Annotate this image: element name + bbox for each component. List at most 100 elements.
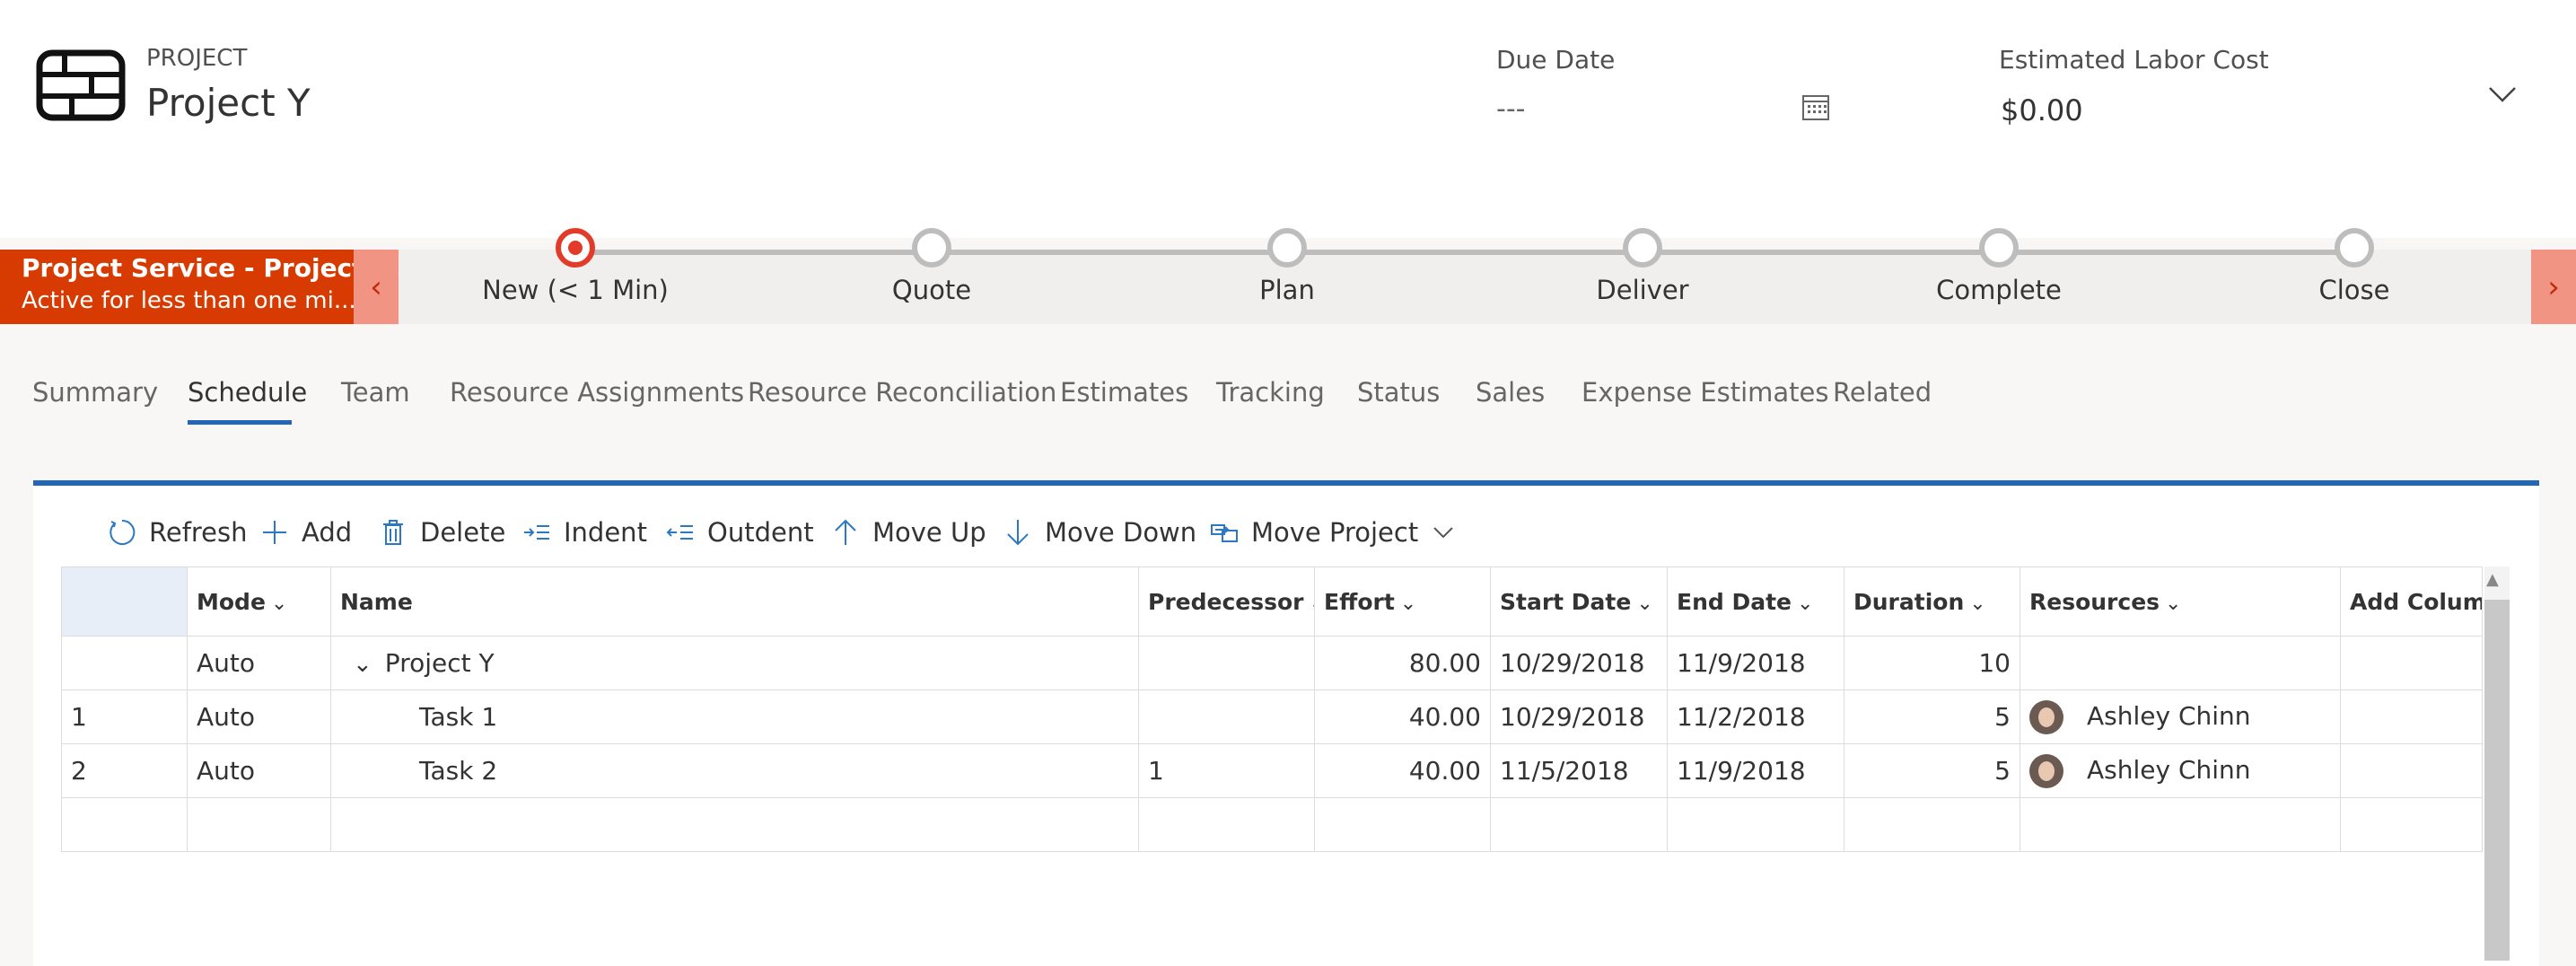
predecessor-cell[interactable] bbox=[1138, 636, 1315, 690]
stage-active-icon bbox=[556, 228, 595, 268]
stage-new[interactable]: New (< 1 Min) bbox=[459, 228, 692, 305]
calendar-icon[interactable] bbox=[1801, 92, 1831, 122]
end-date-cell[interactable]: 11/9/2018 bbox=[1667, 743, 1844, 798]
tab-schedule[interactable]: Schedule bbox=[188, 377, 307, 408]
indent-button[interactable]: Indent bbox=[522, 514, 647, 550]
process-stage-card[interactable]: Project Service - Project ... Active for… bbox=[0, 250, 401, 324]
entity-type-label: PROJECT bbox=[146, 45, 248, 72]
table-row[interactable]: Auto ⌄ Project Y 80.00 10/29/2018 11/9/20… bbox=[61, 636, 2483, 690]
stage-close[interactable]: Close bbox=[2238, 228, 2471, 305]
chevron-down-icon: ⌄ bbox=[1310, 593, 1314, 615]
column-header-duration[interactable]: Duration ⌄ bbox=[1844, 566, 2020, 637]
delete-button[interactable]: Delete bbox=[379, 514, 505, 550]
column-header-mode[interactable]: Mode ⌄ bbox=[187, 566, 331, 637]
empty-cell bbox=[330, 797, 1139, 852]
mode-cell[interactable]: Auto bbox=[187, 743, 331, 798]
stage-circle-icon bbox=[912, 228, 951, 268]
tab-estimates[interactable]: Estimates bbox=[1060, 377, 1188, 408]
start-date-cell[interactable]: 10/29/2018 bbox=[1490, 689, 1668, 744]
add-column-cell bbox=[2340, 689, 2483, 744]
move-down-button[interactable]: Move Down bbox=[1003, 514, 1196, 550]
stage-plan[interactable]: Plan bbox=[1170, 228, 1404, 305]
record-header: PROJECT Project Y Due Date --- Estimated… bbox=[0, 0, 2576, 238]
collapse-chevron-icon[interactable]: ⌄ bbox=[353, 651, 372, 678]
start-date-cell[interactable]: 10/29/2018 bbox=[1490, 636, 1668, 690]
stage-complete[interactable]: Complete bbox=[1882, 228, 2116, 305]
column-header-add-column[interactable]: Add Column bbox=[2340, 566, 2483, 637]
tab-team[interactable]: Team bbox=[341, 377, 410, 408]
start-date-cell[interactable]: 11/5/2018 bbox=[1490, 743, 1668, 798]
effort-cell[interactable]: 40.00 bbox=[1314, 689, 1491, 744]
stage-circle-icon bbox=[1267, 228, 1307, 268]
grid-header-row: Mode⌄ Name Predecessor⌄ Effort⌄ Start Da… bbox=[61, 566, 2483, 637]
resources-cell[interactable]: Ashley Chinn bbox=[2020, 743, 2341, 798]
outdent-label: Outdent bbox=[707, 517, 814, 548]
empty-row[interactable] bbox=[61, 797, 2483, 852]
stage-label: Deliver bbox=[1596, 275, 1689, 305]
column-header-effort[interactable]: Effort ⌄ bbox=[1314, 566, 1491, 637]
table-row[interactable]: 2 Auto Task 2 1 40.00 11/5/2018 11/9/201… bbox=[61, 743, 2483, 798]
duration-cell[interactable]: 5 bbox=[1844, 689, 2020, 744]
business-process-flow: Project Service - Project ... Active for… bbox=[0, 228, 2576, 324]
scroll-up-icon[interactable]: ▲ bbox=[2486, 570, 2499, 589]
due-date-field[interactable]: --- bbox=[1496, 93, 1525, 125]
effort-cell[interactable]: 80.00 bbox=[1314, 636, 1491, 690]
column-header-name[interactable]: Name bbox=[330, 566, 1139, 637]
duration-cell[interactable]: 5 bbox=[1844, 743, 2020, 798]
effort-cell[interactable]: 40.00 bbox=[1314, 743, 1491, 798]
predecessor-cell[interactable]: 1 bbox=[1138, 743, 1315, 798]
chevron-down-icon: ⌄ bbox=[1636, 592, 1653, 615]
stage-label: Close bbox=[2318, 275, 2390, 305]
tab-resource-reconciliation[interactable]: Resource Reconciliation bbox=[748, 377, 1056, 408]
stage-quote[interactable]: Quote bbox=[815, 228, 1048, 305]
end-date-cell[interactable]: 11/2/2018 bbox=[1667, 689, 1844, 744]
tab-summary[interactable]: Summary bbox=[32, 377, 158, 408]
duration-cell[interactable]: 10 bbox=[1844, 636, 2020, 690]
tab-tracking[interactable]: Tracking bbox=[1216, 377, 1325, 408]
mode-cell[interactable]: Auto bbox=[187, 689, 331, 744]
chevron-down-icon: ⌄ bbox=[1399, 592, 1417, 615]
tab-sales[interactable]: Sales bbox=[1476, 377, 1545, 408]
indent-icon bbox=[524, 525, 549, 540]
table-row[interactable]: 1 Auto Task 1 40.00 10/29/2018 11/2/2018… bbox=[61, 689, 2483, 744]
move-project-button[interactable]: Move Project bbox=[1210, 514, 1454, 550]
select-all-header[interactable] bbox=[61, 566, 188, 637]
empty-cell bbox=[187, 797, 331, 852]
tab-expense-estimates[interactable]: Expense Estimates bbox=[1582, 377, 1829, 408]
chevron-down-icon: ⌄ bbox=[270, 592, 288, 615]
tab-related[interactable]: Related bbox=[1833, 377, 1932, 408]
column-header-predecessor[interactable]: Predecessor⌄ bbox=[1138, 566, 1315, 637]
stage-deliver[interactable]: Deliver bbox=[1526, 228, 1759, 305]
stage-label: Complete bbox=[1936, 275, 2062, 305]
refresh-button[interactable]: Refresh bbox=[108, 514, 248, 550]
outdent-button[interactable]: Outdent bbox=[666, 514, 814, 550]
tab-resource-assignments[interactable]: Resource Assignments bbox=[450, 377, 744, 408]
stage-label: Quote bbox=[891, 275, 972, 305]
name-cell[interactable]: Task 1 bbox=[330, 689, 1139, 744]
mode-cell[interactable]: Auto bbox=[187, 636, 331, 690]
add-button[interactable]: Add bbox=[260, 514, 352, 550]
labor-cost-label: Estimated Labor Cost bbox=[1999, 45, 2269, 75]
scrollbar-thumb[interactable] bbox=[2484, 600, 2510, 961]
chevron-left-icon[interactable]: ‹ bbox=[354, 250, 399, 324]
end-date-cell[interactable]: 11/9/2018 bbox=[1667, 636, 1844, 690]
move-down-label: Move Down bbox=[1045, 517, 1197, 548]
tab-status[interactable]: Status bbox=[1357, 377, 1440, 408]
empty-cell bbox=[61, 797, 188, 852]
resources-cell[interactable] bbox=[2020, 636, 2341, 690]
predecessor-cell[interactable] bbox=[1138, 689, 1315, 744]
resources-cell[interactable]: Ashley Chinn bbox=[2020, 689, 2341, 744]
labor-cost-value: $0.00 bbox=[2001, 93, 2083, 127]
empty-cell bbox=[2020, 797, 2341, 852]
chevron-down-icon[interactable] bbox=[2486, 81, 2519, 108]
move-up-button[interactable]: Move Up bbox=[831, 514, 986, 550]
add-column-cell bbox=[2340, 743, 2483, 798]
column-header-start-date[interactable]: Start Date ⌄ bbox=[1490, 566, 1668, 637]
stage-label: New (< 1 Min) bbox=[482, 275, 669, 305]
column-header-end-date[interactable]: End Date ⌄ bbox=[1667, 566, 1844, 637]
name-cell[interactable]: ⌄ Project Y bbox=[330, 636, 1139, 690]
column-header-resources[interactable]: Resources ⌄ bbox=[2020, 566, 2341, 637]
chevron-right-icon[interactable]: › bbox=[2531, 250, 2576, 324]
name-cell[interactable]: Task 2 bbox=[330, 743, 1139, 798]
refresh-icon bbox=[110, 519, 136, 545]
